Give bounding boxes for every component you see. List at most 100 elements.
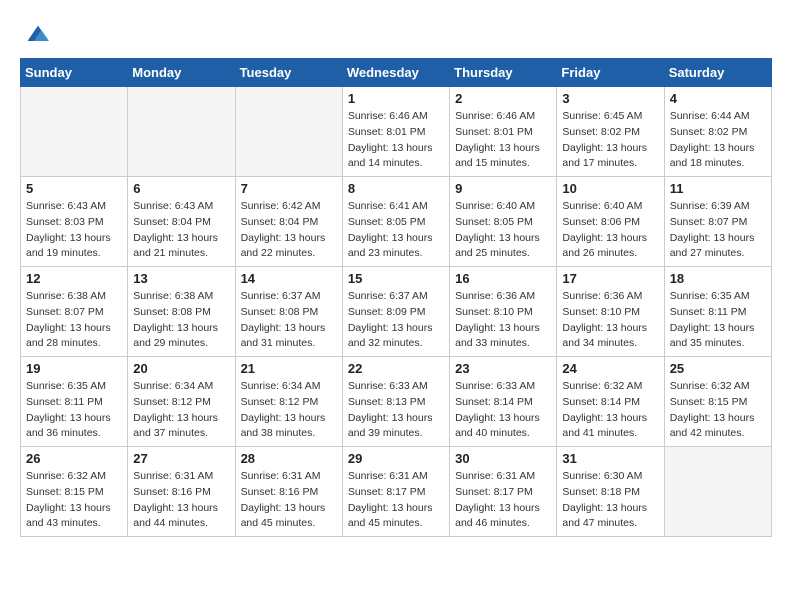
day-info: Sunrise: 6:39 AMSunset: 8:07 PMDaylight:… [670,199,766,262]
weekday-header: Monday [128,59,235,87]
day-number: 16 [455,271,551,286]
day-info: Sunrise: 6:40 AMSunset: 8:06 PMDaylight:… [562,199,658,262]
calendar-cell: 21 Sunrise: 6:34 AMSunset: 8:12 PMDayligh… [235,357,342,447]
calendar-cell [128,87,235,177]
day-info: Sunrise: 6:43 AMSunset: 8:04 PMDaylight:… [133,199,229,262]
calendar-cell [664,447,771,537]
calendar-cell: 24Sunrise: 6:32 AMSunset: 8:14 PMDayligh… [557,357,664,447]
weekday-header: Thursday [450,59,557,87]
calendar-table: SundayMondayTuesdayWednesdayThursdayFrid… [20,58,772,537]
day-number: 21 [241,361,337,376]
calendar-week-row: 1Sunrise: 6:46 AMSunset: 8:01 PMDaylight… [21,87,772,177]
day-number: 17 [562,271,658,286]
calendar-cell: 4 Sunrise: 6:44 AMSunset: 8:02 PMDaylight… [664,87,771,177]
day-number: 7 [241,181,337,196]
day-info: Sunrise: 6:33 AMSunset: 8:14 PMDaylight:… [455,379,551,442]
day-number: 14 [241,271,337,286]
day-info: Sunrise: 6:32 AMSunset: 8:15 PMDaylight:… [670,379,766,442]
calendar-cell: 7 Sunrise: 6:42 AMSunset: 8:04 PMDaylight… [235,177,342,267]
day-info: Sunrise: 6:36 AMSunset: 8:10 PMDaylight:… [455,289,551,352]
calendar-cell: 1Sunrise: 6:46 AMSunset: 8:01 PMDaylight… [342,87,449,177]
day-info: Sunrise: 6:33 AMSunset: 8:13 PMDaylight:… [348,379,444,442]
day-number: 2 [455,91,551,106]
calendar-cell: 20 Sunrise: 6:34 AMSunset: 8:12 PMDayligh… [128,357,235,447]
day-info: Sunrise: 6:46 AMSunset: 8:01 PMDaylight:… [455,109,551,172]
day-info: Sunrise: 6:42 AMSunset: 8:04 PMDaylight:… [241,199,337,262]
calendar-cell: 16 Sunrise: 6:36 AMSunset: 8:10 PMDayligh… [450,267,557,357]
calendar-cell: 10Sunrise: 6:40 AMSunset: 8:06 PMDayligh… [557,177,664,267]
day-number: 3 [562,91,658,106]
day-info: Sunrise: 6:37 AMSunset: 8:09 PMDaylight:… [348,289,444,352]
day-info: Sunrise: 6:31 AMSunset: 8:17 PMDaylight:… [455,469,551,532]
day-number: 13 [133,271,229,286]
calendar-cell: 13 Sunrise: 6:38 AMSunset: 8:08 PMDayligh… [128,267,235,357]
day-info: Sunrise: 6:41 AMSunset: 8:05 PMDaylight:… [348,199,444,262]
calendar-week-row: 12 Sunrise: 6:38 AMSunset: 8:07 PMDayligh… [21,267,772,357]
calendar-cell: 27Sunrise: 6:31 AMSunset: 8:16 PMDayligh… [128,447,235,537]
weekday-header: Tuesday [235,59,342,87]
day-number: 15 [348,271,444,286]
calendar-cell: 29 Sunrise: 6:31 AMSunset: 8:17 PMDayligh… [342,447,449,537]
day-info: Sunrise: 6:32 AMSunset: 8:15 PMDaylight:… [26,469,122,532]
day-number: 31 [562,451,658,466]
day-number: 25 [670,361,766,376]
day-number: 24 [562,361,658,376]
calendar-cell: 19 Sunrise: 6:35 AMSunset: 8:11 PMDayligh… [21,357,128,447]
day-info: Sunrise: 6:34 AMSunset: 8:12 PMDaylight:… [241,379,337,442]
day-info: Sunrise: 6:40 AMSunset: 8:05 PMDaylight:… [455,199,551,262]
calendar-cell: 22 Sunrise: 6:33 AMSunset: 8:13 PMDayligh… [342,357,449,447]
calendar-cell [235,87,342,177]
day-number: 28 [241,451,337,466]
day-number: 29 [348,451,444,466]
day-number: 20 [133,361,229,376]
weekday-header: Sunday [21,59,128,87]
day-info: Sunrise: 6:46 AMSunset: 8:01 PMDaylight:… [348,109,444,172]
calendar-cell [21,87,128,177]
day-number: 11 [670,181,766,196]
calendar-week-row: 26 Sunrise: 6:32 AMSunset: 8:15 PMDayligh… [21,447,772,537]
day-info: Sunrise: 6:38 AMSunset: 8:07 PMDaylight:… [26,289,122,352]
day-number: 27 [133,451,229,466]
day-number: 23 [455,361,551,376]
calendar-cell: 14 Sunrise: 6:37 AMSunset: 8:08 PMDayligh… [235,267,342,357]
day-number: 26 [26,451,122,466]
day-info: Sunrise: 6:35 AMSunset: 8:11 PMDaylight:… [26,379,122,442]
day-info: Sunrise: 6:45 AMSunset: 8:02 PMDaylight:… [562,109,658,172]
weekday-header: Saturday [664,59,771,87]
calendar-week-row: 19 Sunrise: 6:35 AMSunset: 8:11 PMDayligh… [21,357,772,447]
weekday-header: Friday [557,59,664,87]
day-number: 12 [26,271,122,286]
day-info: Sunrise: 6:35 AMSunset: 8:11 PMDaylight:… [670,289,766,352]
calendar-cell: 5Sunrise: 6:43 AMSunset: 8:03 PMDaylight… [21,177,128,267]
day-number: 5 [26,181,122,196]
day-number: 30 [455,451,551,466]
calendar-cell: 23 Sunrise: 6:33 AMSunset: 8:14 PMDayligh… [450,357,557,447]
calendar-cell: 2 Sunrise: 6:46 AMSunset: 8:01 PMDaylight… [450,87,557,177]
calendar-cell: 28 Sunrise: 6:31 AMSunset: 8:16 PMDayligh… [235,447,342,537]
calendar-cell: 18 Sunrise: 6:35 AMSunset: 8:11 PMDayligh… [664,267,771,357]
day-info: Sunrise: 6:37 AMSunset: 8:08 PMDaylight:… [241,289,337,352]
calendar-cell: 30 Sunrise: 6:31 AMSunset: 8:17 PMDayligh… [450,447,557,537]
day-number: 19 [26,361,122,376]
day-info: Sunrise: 6:31 AMSunset: 8:16 PMDaylight:… [241,469,337,532]
calendar-cell: 8 Sunrise: 6:41 AMSunset: 8:05 PMDaylight… [342,177,449,267]
weekday-header: Wednesday [342,59,449,87]
calendar-week-row: 5Sunrise: 6:43 AMSunset: 8:03 PMDaylight… [21,177,772,267]
calendar-cell: 11 Sunrise: 6:39 AMSunset: 8:07 PMDayligh… [664,177,771,267]
calendar-cell: 9 Sunrise: 6:40 AMSunset: 8:05 PMDaylight… [450,177,557,267]
day-number: 9 [455,181,551,196]
day-info: Sunrise: 6:38 AMSunset: 8:08 PMDaylight:… [133,289,229,352]
day-info: Sunrise: 6:34 AMSunset: 8:12 PMDaylight:… [133,379,229,442]
day-info: Sunrise: 6:44 AMSunset: 8:02 PMDaylight:… [670,109,766,172]
day-number: 22 [348,361,444,376]
day-number: 6 [133,181,229,196]
day-number: 8 [348,181,444,196]
day-number: 4 [670,91,766,106]
day-number: 18 [670,271,766,286]
day-info: Sunrise: 6:30 AMSunset: 8:18 PMDaylight:… [562,469,658,532]
day-info: Sunrise: 6:31 AMSunset: 8:17 PMDaylight:… [348,469,444,532]
calendar-cell: 26 Sunrise: 6:32 AMSunset: 8:15 PMDayligh… [21,447,128,537]
calendar-cell: 15 Sunrise: 6:37 AMSunset: 8:09 PMDayligh… [342,267,449,357]
day-info: Sunrise: 6:36 AMSunset: 8:10 PMDaylight:… [562,289,658,352]
calendar-cell: 31 Sunrise: 6:30 AMSunset: 8:18 PMDayligh… [557,447,664,537]
